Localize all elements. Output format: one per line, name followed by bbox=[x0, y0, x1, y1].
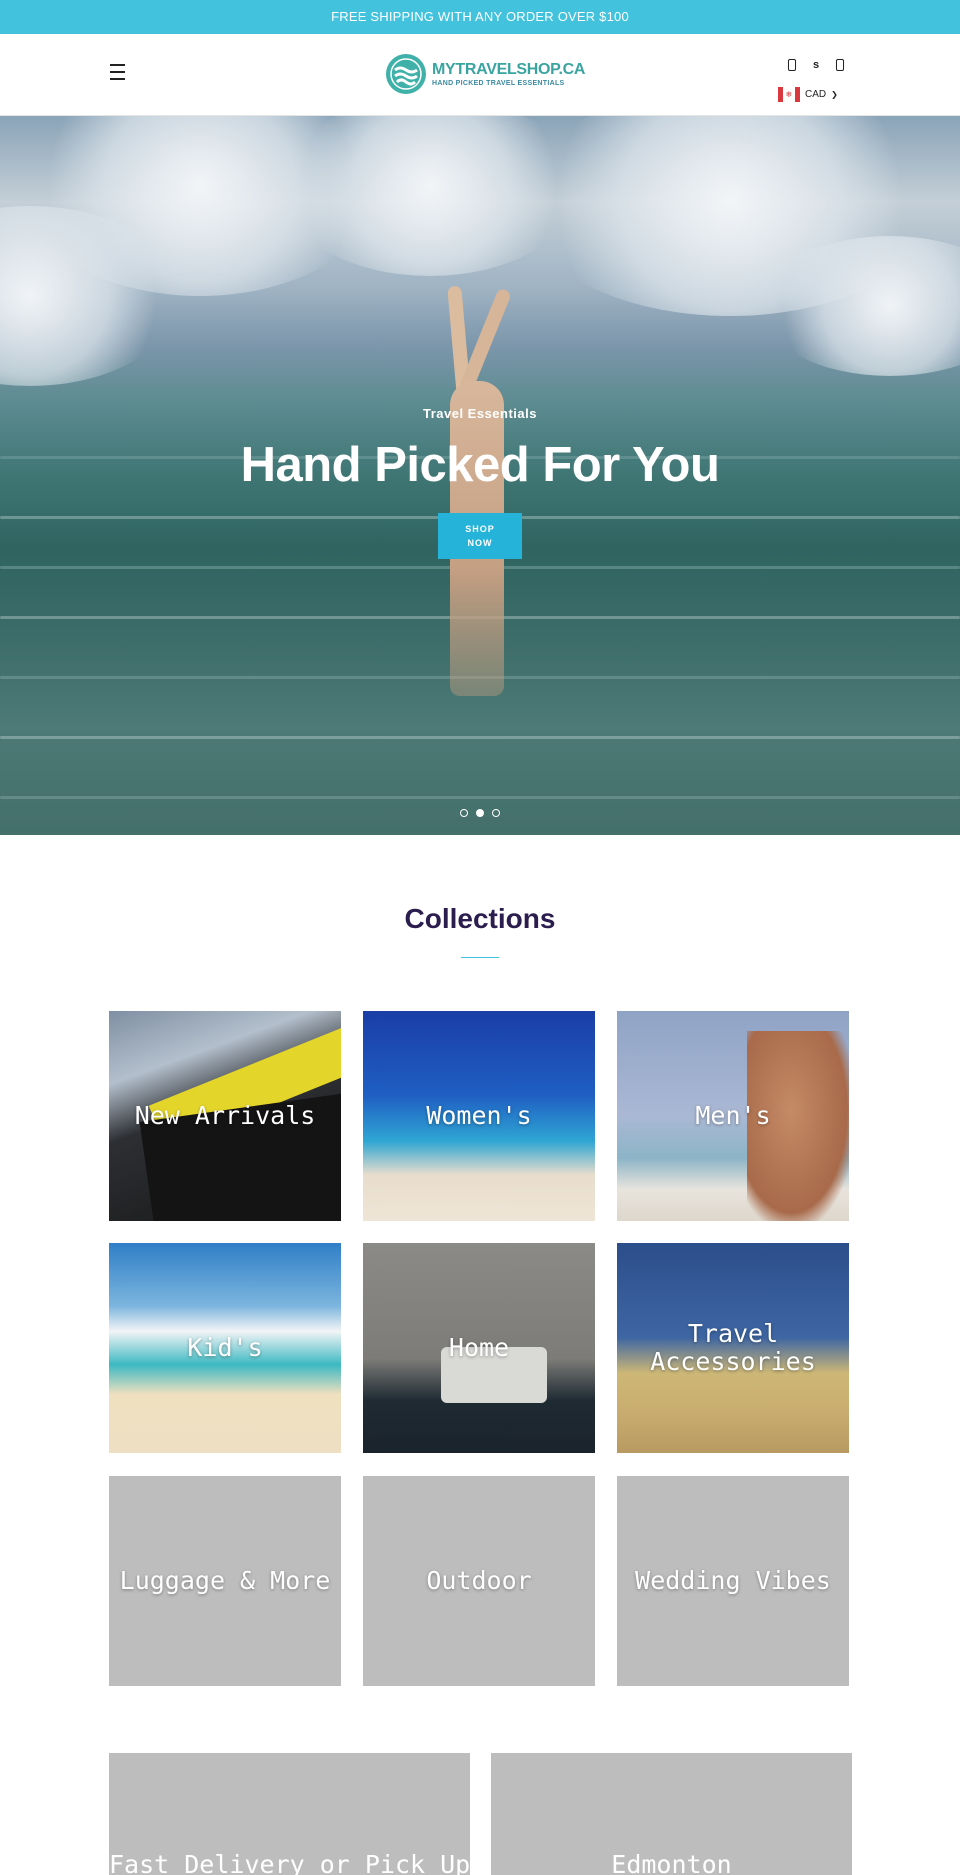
hamburger-icon bbox=[110, 64, 125, 66]
collection-travel-accessories[interactable]: Travel Accessories bbox=[617, 1243, 849, 1453]
hero-title: Hand Picked For You bbox=[240, 438, 720, 492]
shop-now-line1: SHOP bbox=[465, 524, 495, 534]
cart-icon[interactable] bbox=[836, 59, 844, 71]
logo-tagline: HAND PICKED TRAVEL ESSENTIALS bbox=[432, 79, 565, 87]
collection-label: Women's bbox=[426, 1101, 532, 1130]
collection-label: New Arrivals bbox=[134, 1101, 316, 1130]
collection-new-arrivals[interactable]: New Arrivals bbox=[109, 1011, 341, 1221]
currency-selector[interactable]: ❄ CAD ❯ bbox=[778, 87, 838, 102]
hero-slideshow: Travel Essentials Hand Picked For You SH… bbox=[0, 116, 960, 835]
logo-name: MYTRAVELSHOP.CA bbox=[432, 60, 586, 78]
announcement-bar: FREE SHIPPING WITH ANY ORDER OVER $100 bbox=[0, 0, 960, 34]
collections-heading: Collections bbox=[404, 903, 556, 934]
collection-womens[interactable]: Women's bbox=[363, 1011, 595, 1221]
collection-label: Kid's bbox=[187, 1333, 263, 1362]
account-icon[interactable]: s bbox=[810, 58, 822, 72]
promo-edmonton[interactable]: Edmonton bbox=[491, 1753, 852, 1875]
collection-label: Travel Accessories bbox=[650, 1319, 816, 1376]
collection-label: Home bbox=[448, 1333, 510, 1362]
menu-button[interactable] bbox=[108, 64, 132, 84]
collection-wedding-vibes[interactable]: Wedding Vibes bbox=[617, 1476, 849, 1686]
collection-label: Wedding Vibes bbox=[635, 1566, 831, 1595]
collection-home[interactable]: Home bbox=[363, 1243, 595, 1453]
collection-outdoor[interactable]: Outdoor bbox=[363, 1476, 595, 1686]
wave-logo-icon bbox=[386, 54, 426, 94]
announcement-text: FREE SHIPPING WITH ANY ORDER OVER $100 bbox=[331, 9, 629, 24]
site-logo[interactable]: MYTRAVELSHOP.CA HAND PICKED TRAVEL ESSEN… bbox=[386, 51, 585, 97]
collection-mens[interactable]: Men's bbox=[617, 1011, 849, 1221]
hero-content: Travel Essentials Hand Picked For You SH… bbox=[0, 406, 960, 559]
collection-label: Men's bbox=[695, 1101, 771, 1130]
hero-subtitle: Travel Essentials bbox=[422, 406, 537, 421]
collection-kids[interactable]: Kid's bbox=[109, 1243, 341, 1453]
header-icons: s bbox=[788, 58, 844, 72]
shop-now-line2: NOW bbox=[467, 538, 493, 548]
shop-now-button[interactable]: SHOP NOW bbox=[438, 513, 522, 559]
slide-dots bbox=[460, 809, 500, 817]
chevron-down-icon: ❯ bbox=[831, 90, 838, 99]
search-icon[interactable] bbox=[788, 59, 796, 71]
canada-flag-icon: ❄ bbox=[778, 87, 800, 102]
collection-label: Luggage & More bbox=[119, 1566, 331, 1595]
slide-dot-1[interactable] bbox=[460, 809, 468, 817]
promo-label: Edmonton bbox=[611, 1850, 732, 1875]
collection-label: Outdoor bbox=[426, 1566, 532, 1595]
hamburger-icon-line bbox=[110, 78, 125, 80]
collection-luggage[interactable]: Luggage & More bbox=[109, 1476, 341, 1686]
hamburger-icon-line bbox=[110, 71, 125, 73]
promo-label: Fast Delivery or Pick Up bbox=[109, 1850, 470, 1875]
site-header: MYTRAVELSHOP.CA HAND PICKED TRAVEL ESSEN… bbox=[0, 34, 960, 116]
heading-divider bbox=[461, 957, 499, 958]
currency-code: CAD bbox=[805, 89, 827, 100]
slide-dot-2[interactable] bbox=[476, 809, 484, 817]
promo-fast-delivery[interactable]: Fast Delivery or Pick Up bbox=[109, 1753, 470, 1875]
slide-dot-3[interactable] bbox=[492, 809, 500, 817]
